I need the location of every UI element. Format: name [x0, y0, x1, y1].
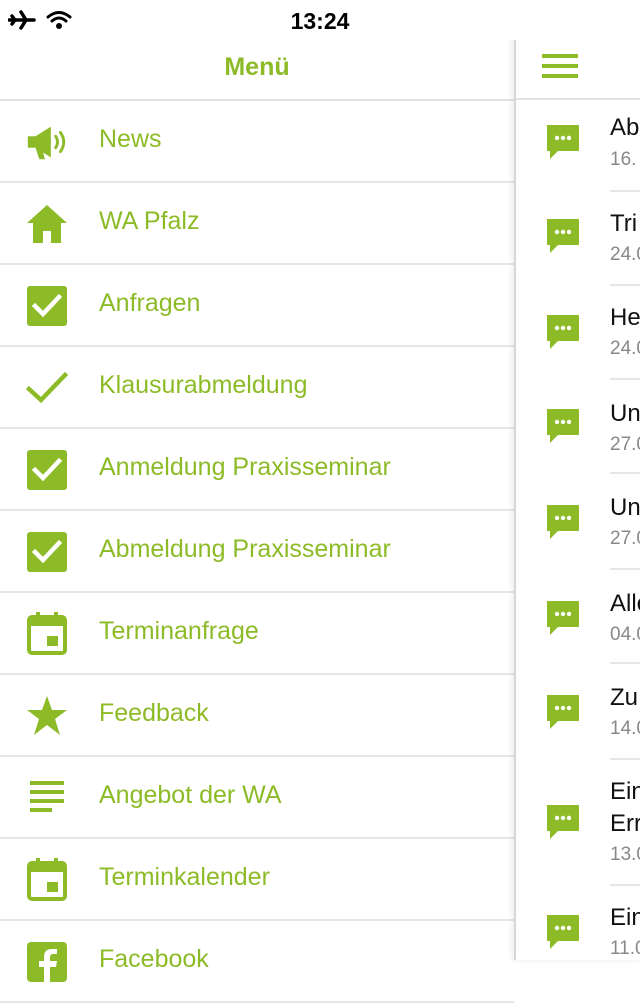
- news-date: 04.0: [610, 624, 640, 645]
- menu-item-anfragen[interactable]: Anfragen: [0, 265, 514, 347]
- news-item[interactable]: Ein Err 13.0: [516, 760, 640, 886]
- news-item[interactable]: Ein 11.0: [516, 886, 640, 960]
- status-bar: 13:24: [0, 0, 640, 40]
- news-item[interactable]: Tri 24.0: [516, 192, 640, 286]
- side-menu: Menü News WA Pfalz Anfragen Klausurabmel…: [0, 40, 514, 1003]
- menu-item-terminanfrage[interactable]: Terminanfrage: [0, 593, 514, 675]
- chat-bubble-icon: [546, 218, 580, 259]
- chat-bubble-icon: [546, 600, 580, 641]
- menu-item-label: Angebot der WA: [99, 781, 282, 809]
- menu-item-label: News: [99, 125, 162, 153]
- menu-item-news[interactable]: News: [0, 101, 514, 183]
- menu-item-klausurabmeldung[interactable]: Klausurabmeldung: [0, 347, 514, 429]
- main-panel[interactable]: Ab 16. Tri 24.0 He 24.0 Un 27.0: [514, 0, 640, 960]
- menu-title: Menü: [224, 53, 290, 81]
- chat-bubble-icon: [546, 504, 580, 545]
- news-title-line-2: Err: [610, 810, 640, 837]
- news-title: Tri: [610, 210, 638, 237]
- news-date: 11.0: [610, 938, 640, 959]
- menu-item-label: Terminkalender: [99, 863, 270, 891]
- megaphone-icon: [24, 120, 70, 164]
- chat-bubble-icon: [546, 408, 580, 449]
- news-title: Ab: [610, 114, 640, 141]
- calendar-icon: [24, 612, 70, 656]
- menu-item-angebot[interactable]: Angebot der WA: [0, 757, 514, 839]
- calendar-icon: [24, 858, 70, 902]
- news-item[interactable]: Un 27.0: [516, 474, 640, 568]
- menu-header: Menü: [0, 40, 514, 101]
- home-icon: [24, 202, 70, 246]
- news-item[interactable]: Zu 14.0: [516, 664, 640, 758]
- menu-item-wa-pfalz[interactable]: WA Pfalz: [0, 183, 514, 265]
- menu-item-terminkalender[interactable]: Terminkalender: [0, 839, 514, 921]
- checkbox-icon: [24, 448, 70, 492]
- news-title: He: [610, 304, 640, 331]
- checkmark-icon: [24, 366, 70, 410]
- news-date: 16.: [610, 149, 637, 170]
- news-title: Ein: [610, 778, 640, 805]
- menu-item-label: Klausurabmeldung: [99, 371, 308, 399]
- menu-item-label: WA Pfalz: [99, 207, 200, 235]
- menu-item-facebook[interactable]: Facebook: [0, 921, 514, 1003]
- chat-bubble-icon: [546, 804, 580, 845]
- menu-item-label: Feedback: [99, 699, 209, 727]
- news-date: 24.0: [610, 338, 640, 359]
- news-title: Ein: [610, 904, 640, 931]
- checkbox-icon: [24, 530, 70, 574]
- star-icon: [24, 694, 70, 738]
- news-item[interactable]: Alle 04.0: [516, 570, 640, 664]
- menu-item-label: Abmeldung Praxisseminar: [99, 535, 391, 563]
- news-item[interactable]: He 24.0: [516, 286, 640, 380]
- news-date: 27.0: [610, 434, 640, 455]
- chat-bubble-icon: [546, 914, 580, 955]
- news-date: 24.0: [610, 244, 640, 265]
- hamburger-menu-icon[interactable]: [542, 52, 578, 85]
- status-time: 13:24: [290, 8, 350, 34]
- news-date: 27.0: [610, 528, 640, 549]
- chat-bubble-icon: [546, 124, 580, 165]
- list-icon: [24, 776, 70, 820]
- news-date: 14.0: [610, 718, 640, 739]
- news-date: 13.0: [610, 844, 640, 865]
- news-title: Un: [610, 494, 640, 521]
- news-item[interactable]: Ab 16.: [516, 100, 640, 194]
- menu-item-label: Terminanfrage: [99, 617, 259, 645]
- chat-bubble-icon: [546, 314, 580, 355]
- chat-bubble-icon: [546, 694, 580, 735]
- facebook-icon: [24, 940, 70, 984]
- menu-item-label: Anfragen: [99, 289, 201, 317]
- menu-item-label: Anmeldung Praxisseminar: [99, 453, 391, 481]
- news-item[interactable]: Un 27.0: [516, 380, 640, 474]
- menu-item-feedback[interactable]: Feedback: [0, 675, 514, 757]
- menu-item-anmeldung-praxisseminar[interactable]: Anmeldung Praxisseminar: [0, 429, 514, 511]
- news-title: Zu: [610, 684, 639, 711]
- news-title: Alle: [610, 590, 640, 617]
- news-title: Un: [610, 400, 640, 427]
- menu-item-abmeldung-praxisseminar[interactable]: Abmeldung Praxisseminar: [0, 511, 514, 593]
- checkbox-icon: [24, 284, 70, 328]
